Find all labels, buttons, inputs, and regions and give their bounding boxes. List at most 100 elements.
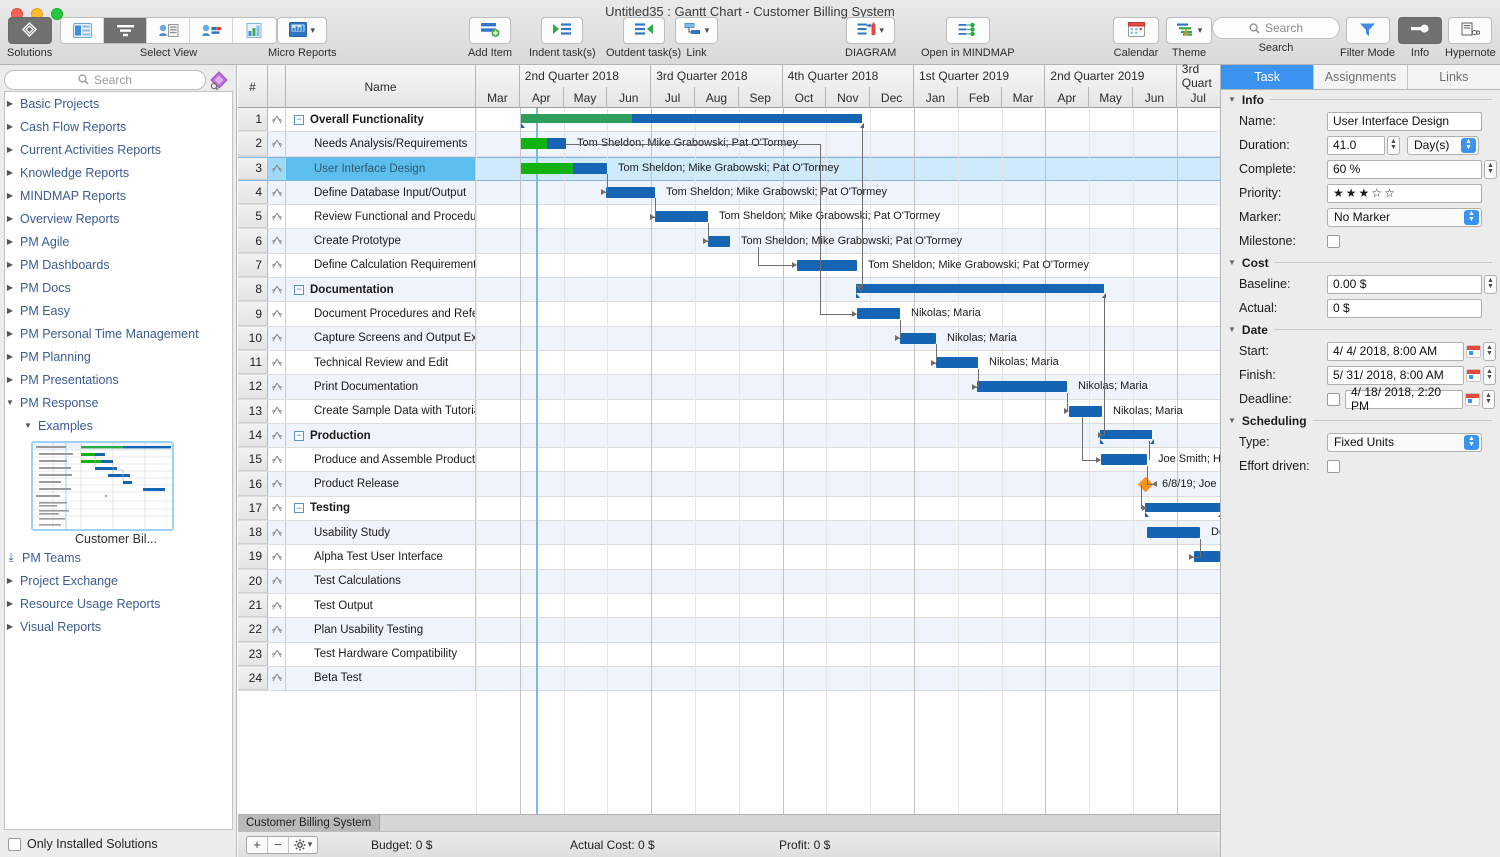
view-option-resources[interactable] [147, 18, 190, 43]
open-in-mindmap-button[interactable] [945, 17, 990, 44]
task-name-cell[interactable]: Needs Analysis/Requirements [286, 132, 476, 156]
collapse-toggle-icon[interactable]: − [294, 114, 304, 125]
table-row[interactable]: 11 Technical Review and Edit [238, 350, 1220, 376]
chevron-right-icon[interactable]: ▶ [5, 622, 15, 631]
chevron-right-icon[interactable]: ▶ [5, 599, 15, 608]
task-type-icon[interactable] [268, 399, 286, 423]
sidebar-item-project-exchange[interactable]: ▶ Project Exchange [5, 569, 232, 592]
chevron-updown-icon[interactable]: ▲ ▼ [1464, 434, 1479, 450]
row-timeline-cell[interactable] [476, 424, 1220, 447]
toolbar-group-link[interactable]: ▾ Link [675, 17, 718, 59]
task-type-icon[interactable] [268, 642, 286, 666]
row-timeline-cell[interactable] [476, 205, 1220, 228]
priority-input[interactable]: ★ ★ ★ ☆ ☆ [1327, 183, 1482, 203]
row-timeline-cell[interactable] [476, 448, 1220, 471]
project-tab[interactable]: Customer Billing System [238, 814, 381, 832]
start-date-input[interactable]: 4/ 4/ 2018, 8:00 AM [1327, 341, 1464, 361]
column-header-indicator[interactable] [268, 65, 286, 108]
view-option-outline[interactable] [61, 18, 104, 43]
task-type-icon[interactable] [268, 108, 286, 132]
row-timeline-cell[interactable] [476, 278, 1220, 301]
chevron-right-icon[interactable]: ▶ [5, 260, 15, 269]
micro-reports-button[interactable]: ▾ [277, 17, 328, 44]
sidebar-item-pm-planning[interactable]: ▶ PM Planning [5, 345, 232, 368]
star-empty-icon[interactable]: ☆ [1384, 186, 1395, 200]
complete-stepper[interactable]: ▲ ▼ [1484, 159, 1497, 179]
task-name-cell[interactable]: Review Functional and Procedural [286, 205, 476, 229]
table-row[interactable]: 24 Beta Test [238, 666, 1220, 692]
settings-gear-button[interactable]: ▾ [289, 837, 317, 853]
toolbar-group-diagram[interactable]: ▾ DIAGRAM [845, 17, 896, 59]
chevron-right-icon[interactable]: ▶ [5, 306, 15, 315]
toolbar-group-solutions[interactable]: Solutions [7, 17, 52, 59]
task-type-icon[interactable] [268, 666, 286, 691]
table-row[interactable]: 10 Capture Screens and Output Example [238, 326, 1220, 351]
task-type-icon[interactable] [268, 205, 286, 229]
view-option-resource-usage[interactable] [190, 18, 233, 43]
row-timeline-cell[interactable] [476, 254, 1220, 277]
table-row[interactable]: 23 Test Hardware Compatibility [238, 642, 1220, 667]
task-type-icon[interactable] [268, 157, 286, 180]
table-row[interactable]: 5 Review Functional and Procedural [238, 205, 1220, 230]
toolbar-group-hypernote[interactable]: Hypernote [1445, 17, 1496, 59]
toolbar-group-info[interactable]: Info [1398, 17, 1442, 59]
task-type-icon[interactable] [268, 180, 286, 205]
theme-button[interactable]: ▾ [1166, 17, 1212, 44]
duration-input[interactable]: 41.0 [1327, 135, 1385, 155]
task-rows[interactable]: 1− Overall Functionality 2 Needs Analysis/R… [238, 108, 1220, 857]
task-name-cell[interactable]: − Documentation [286, 278, 476, 302]
task-type-icon[interactable] [268, 375, 286, 399]
sidebar-item-cash-flow-reports[interactable]: ▶ Cash Flow Reports [5, 115, 232, 138]
star-filled-icon[interactable]: ★ [1333, 186, 1344, 200]
sidebar-item-pm-presentations[interactable]: ▶ PM Presentations [5, 368, 232, 391]
solutions-badge-icon[interactable] [206, 70, 232, 90]
sidebar-item-pm-easy[interactable]: ▶ PM Easy [5, 299, 232, 322]
chevron-down-icon[interactable]: ▼ [1228, 416, 1236, 425]
task-name-cell[interactable]: Print Documentation [286, 375, 476, 399]
chevron-right-icon[interactable]: ▶ [5, 283, 15, 292]
task-type-icon[interactable] [268, 593, 286, 618]
chevron-down-icon[interactable]: ▾ [879, 25, 884, 36]
table-row[interactable]: 2 Needs Analysis/Requirements [238, 132, 1220, 157]
table-row[interactable]: 21 Test Output [238, 593, 1220, 619]
chevron-right-icon[interactable]: ▶ [5, 214, 15, 223]
task-name-cell[interactable]: Produce and Assemble Product [286, 448, 476, 472]
chevron-right-icon[interactable]: ▶ [5, 237, 15, 246]
table-row[interactable]: 1 − Overall Functionality [238, 108, 1220, 133]
task-name-cell[interactable]: Create Sample Data with Tutorial [286, 399, 476, 423]
scheduling-type-select[interactable]: Fixed Units ▲ ▼ [1327, 432, 1482, 452]
task-name-cell[interactable]: Technical Review and Edit [286, 350, 476, 375]
finish-date-stepper[interactable]: ▲ ▼ [1483, 365, 1496, 385]
chevron-updown-icon[interactable]: ▲ ▼ [1461, 137, 1476, 153]
column-header-number[interactable]: # [238, 65, 268, 108]
task-type-icon[interactable] [268, 618, 286, 642]
column-header-name[interactable]: Name [286, 65, 476, 108]
task-name-cell[interactable]: User Interface Design [286, 157, 476, 180]
solution-thumbnail-wrap[interactable]: Customer Bil... [5, 437, 232, 546]
task-type-icon[interactable] [268, 496, 286, 521]
star-filled-icon[interactable]: ★ [1346, 186, 1357, 200]
table-row[interactable]: 22 Plan Usability Testing [238, 618, 1220, 643]
chevron-down-icon[interactable]: ▼ [5, 398, 15, 407]
search-input[interactable]: Search [1212, 17, 1340, 39]
table-row[interactable]: 17 − Testing [238, 496, 1220, 522]
toolbar-group-calendar[interactable]: Calendar [1113, 17, 1159, 59]
row-timeline-cell[interactable] [476, 108, 1220, 131]
tab-task[interactable]: Task [1221, 65, 1315, 89]
sidebar-item-overview-reports[interactable]: ▶ Overview Reports [5, 207, 232, 230]
task-name-cell[interactable]: Capture Screens and Output Example [286, 326, 476, 350]
task-type-icon[interactable] [268, 278, 286, 302]
task-type-icon[interactable] [268, 302, 286, 326]
calendar-icon[interactable] [1466, 368, 1481, 382]
task-type-icon[interactable] [268, 472, 286, 496]
chevron-down-icon[interactable]: ▾ [705, 25, 710, 36]
add-item-button[interactable] [469, 17, 512, 44]
table-row[interactable]: 16 Product Release [238, 472, 1220, 497]
priority-stars[interactable]: ★ ★ ★ ☆ ☆ [1333, 186, 1395, 200]
outdent-button[interactable] [622, 17, 665, 44]
duration-stepper[interactable]: ▲ ▼ [1387, 135, 1400, 155]
toolbar-group-filter-mode[interactable]: Filter Mode [1340, 17, 1395, 59]
table-row[interactable]: 9 Document Procedures and Reference [238, 302, 1220, 327]
view-option-gantt[interactable] [104, 18, 147, 43]
chevron-right-icon[interactable]: ▶ [5, 191, 15, 200]
